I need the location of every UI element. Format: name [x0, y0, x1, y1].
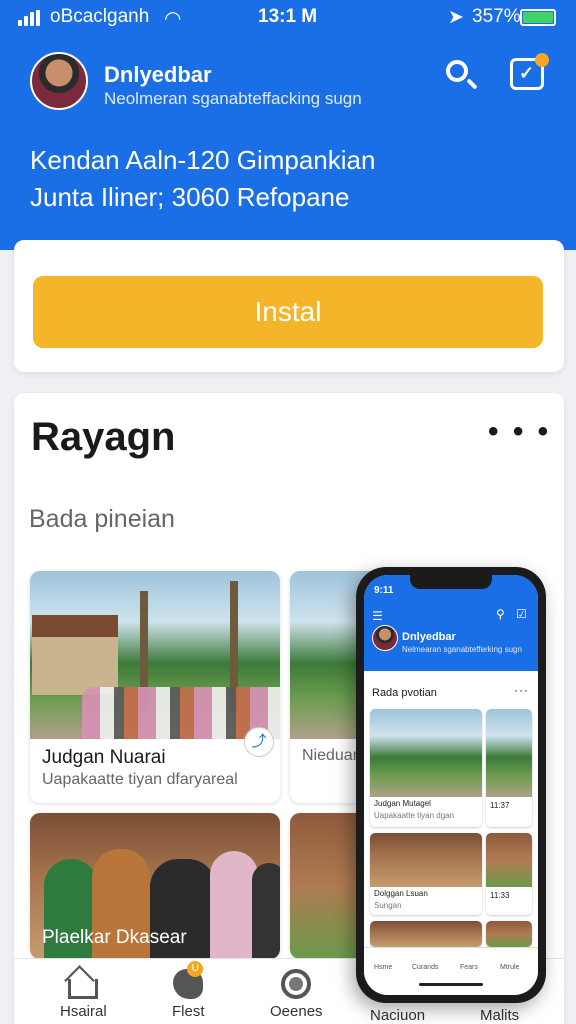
phone-user-subtitle: Nelmearan sganabtefferking sugn	[402, 645, 522, 654]
home-icon	[68, 979, 99, 999]
phone-user-name: Dnlyedbar	[402, 631, 456, 643]
phone-tile	[370, 921, 482, 947]
tile-desc: Uapakaatte tiyan dgan	[374, 811, 455, 820]
search-icon: ⚲	[496, 607, 505, 621]
tab-label: Malits	[480, 1007, 520, 1024]
post-image	[30, 571, 280, 739]
tile-title: 11:37	[490, 801, 510, 810]
menu-icon: ☰	[372, 609, 383, 623]
wifi-icon: ◠	[164, 8, 182, 30]
notification-badge	[535, 53, 549, 67]
app-header: oBcaclganh ◠ 13:1 M ➤ 357% Dnlyedbar Neo…	[0, 0, 576, 250]
tab-malits[interactable]: Malits	[480, 1007, 519, 1024]
feed-title: Rayagn	[31, 415, 176, 459]
phone-section-title: Rada pvotian	[372, 687, 437, 699]
post-card[interactable]: ⤴ Judgan Nuarai Uapakaatte tiyan dfaryar…	[30, 571, 280, 803]
tile-title: 11:33	[490, 891, 510, 900]
post-title: Plaelkar Dkasear	[42, 927, 187, 948]
header-headline: Kendan Aaln-120 Gimpankian Junta Iliner;…	[30, 142, 550, 216]
phone-time: 9:11	[374, 585, 394, 596]
phone-tab-bar: Hsme Curands Fears Mtrule	[364, 947, 538, 995]
circle-icon	[281, 969, 312, 999]
tab-label: Naciuon	[370, 1007, 426, 1024]
phone-header: 9:11 ☰ ⚲ ☑ Dnlyedbar Nelmearan sganabtef…	[364, 575, 538, 671]
battery-percent: 357%	[472, 6, 521, 27]
phone-screen: 9:11 ☰ ⚲ ☑ Dnlyedbar Nelmearan sganabtef…	[364, 575, 538, 995]
phone-tab-label: Curands	[412, 964, 439, 971]
phone-tab-label: Fears	[460, 964, 478, 971]
share-icon[interactable]: ⤴	[244, 727, 274, 757]
tab-fest[interactable]: Flest	[172, 961, 205, 1020]
user-name: Dnlyedbar	[104, 62, 212, 87]
phone-tab-label: Mtrule	[500, 964, 520, 971]
install-button[interactable]: Instal	[33, 276, 543, 348]
tab-label: Hsairal	[60, 1003, 107, 1020]
install-card: Instal	[14, 240, 564, 372]
post-title: Judgan Nuarai	[42, 747, 166, 768]
home-indicator	[419, 983, 483, 986]
festival-icon	[173, 961, 204, 999]
tile-title: Judgan Mutagel	[374, 799, 431, 808]
search-icon	[446, 60, 468, 82]
battery-icon	[520, 9, 556, 26]
phone-tile: Dolggan Lsuan Sungan	[370, 833, 482, 915]
avatar[interactable]	[30, 52, 88, 110]
tab-label: Oeenes	[270, 1003, 323, 1020]
feed-subtitle: Bada pineian	[29, 505, 175, 533]
post-description: Uapakaatte tiyan dfaryareal	[42, 771, 238, 788]
phone-tile: 11:37	[486, 709, 532, 827]
more-options-button[interactable]: • • •	[488, 415, 551, 449]
phone-tile	[486, 921, 532, 947]
tab-label: Flest	[172, 1003, 205, 1020]
carrier-name: oBcaclganh	[50, 6, 150, 27]
search-button[interactable]	[444, 58, 480, 94]
headline-line-1: Kendan Aaln-120 Gimpankian	[30, 145, 376, 175]
headline-line-2: Junta Iliner; 3060 Refopane	[30, 182, 350, 212]
phone-mockup: 9:11 ☰ ⚲ ☑ Dnlyedbar Nelmearan sganabtef…	[356, 567, 546, 1003]
checkbox-icon: ☑	[516, 607, 527, 621]
tab-oeenes[interactable]: Oeenes	[270, 969, 323, 1020]
tile-desc: Sungan	[374, 901, 402, 910]
status-bar: oBcaclganh ◠ 13:1 M ➤ 357%	[0, 6, 576, 30]
tab-home[interactable]: Hsairal	[60, 969, 107, 1020]
avatar	[372, 625, 398, 651]
tab-naciuon[interactable]: Naciuon	[370, 1007, 425, 1024]
phone-tile: 11:33	[486, 833, 532, 915]
post-title: Nieduan	[302, 747, 362, 764]
user-subtitle: Neolmeran sganabteffacking sugn	[104, 89, 362, 108]
notifications-button[interactable]: ✓	[510, 53, 549, 90]
phone-tile: Judgan Mutagel Uapakaatte tiyan dgan	[370, 709, 482, 827]
location-icon: ➤	[448, 7, 464, 28]
checkbox-icon: ✓	[519, 63, 535, 83]
post-card[interactable]: Plaelkar Dkasear	[30, 813, 280, 959]
phone-tab-label: Hsme	[374, 964, 393, 971]
status-time: 13:1 M	[258, 6, 318, 27]
more-icon: ···	[514, 683, 529, 697]
signal-icon	[18, 10, 40, 26]
tile-title: Dolggan Lsuan	[374, 889, 428, 898]
